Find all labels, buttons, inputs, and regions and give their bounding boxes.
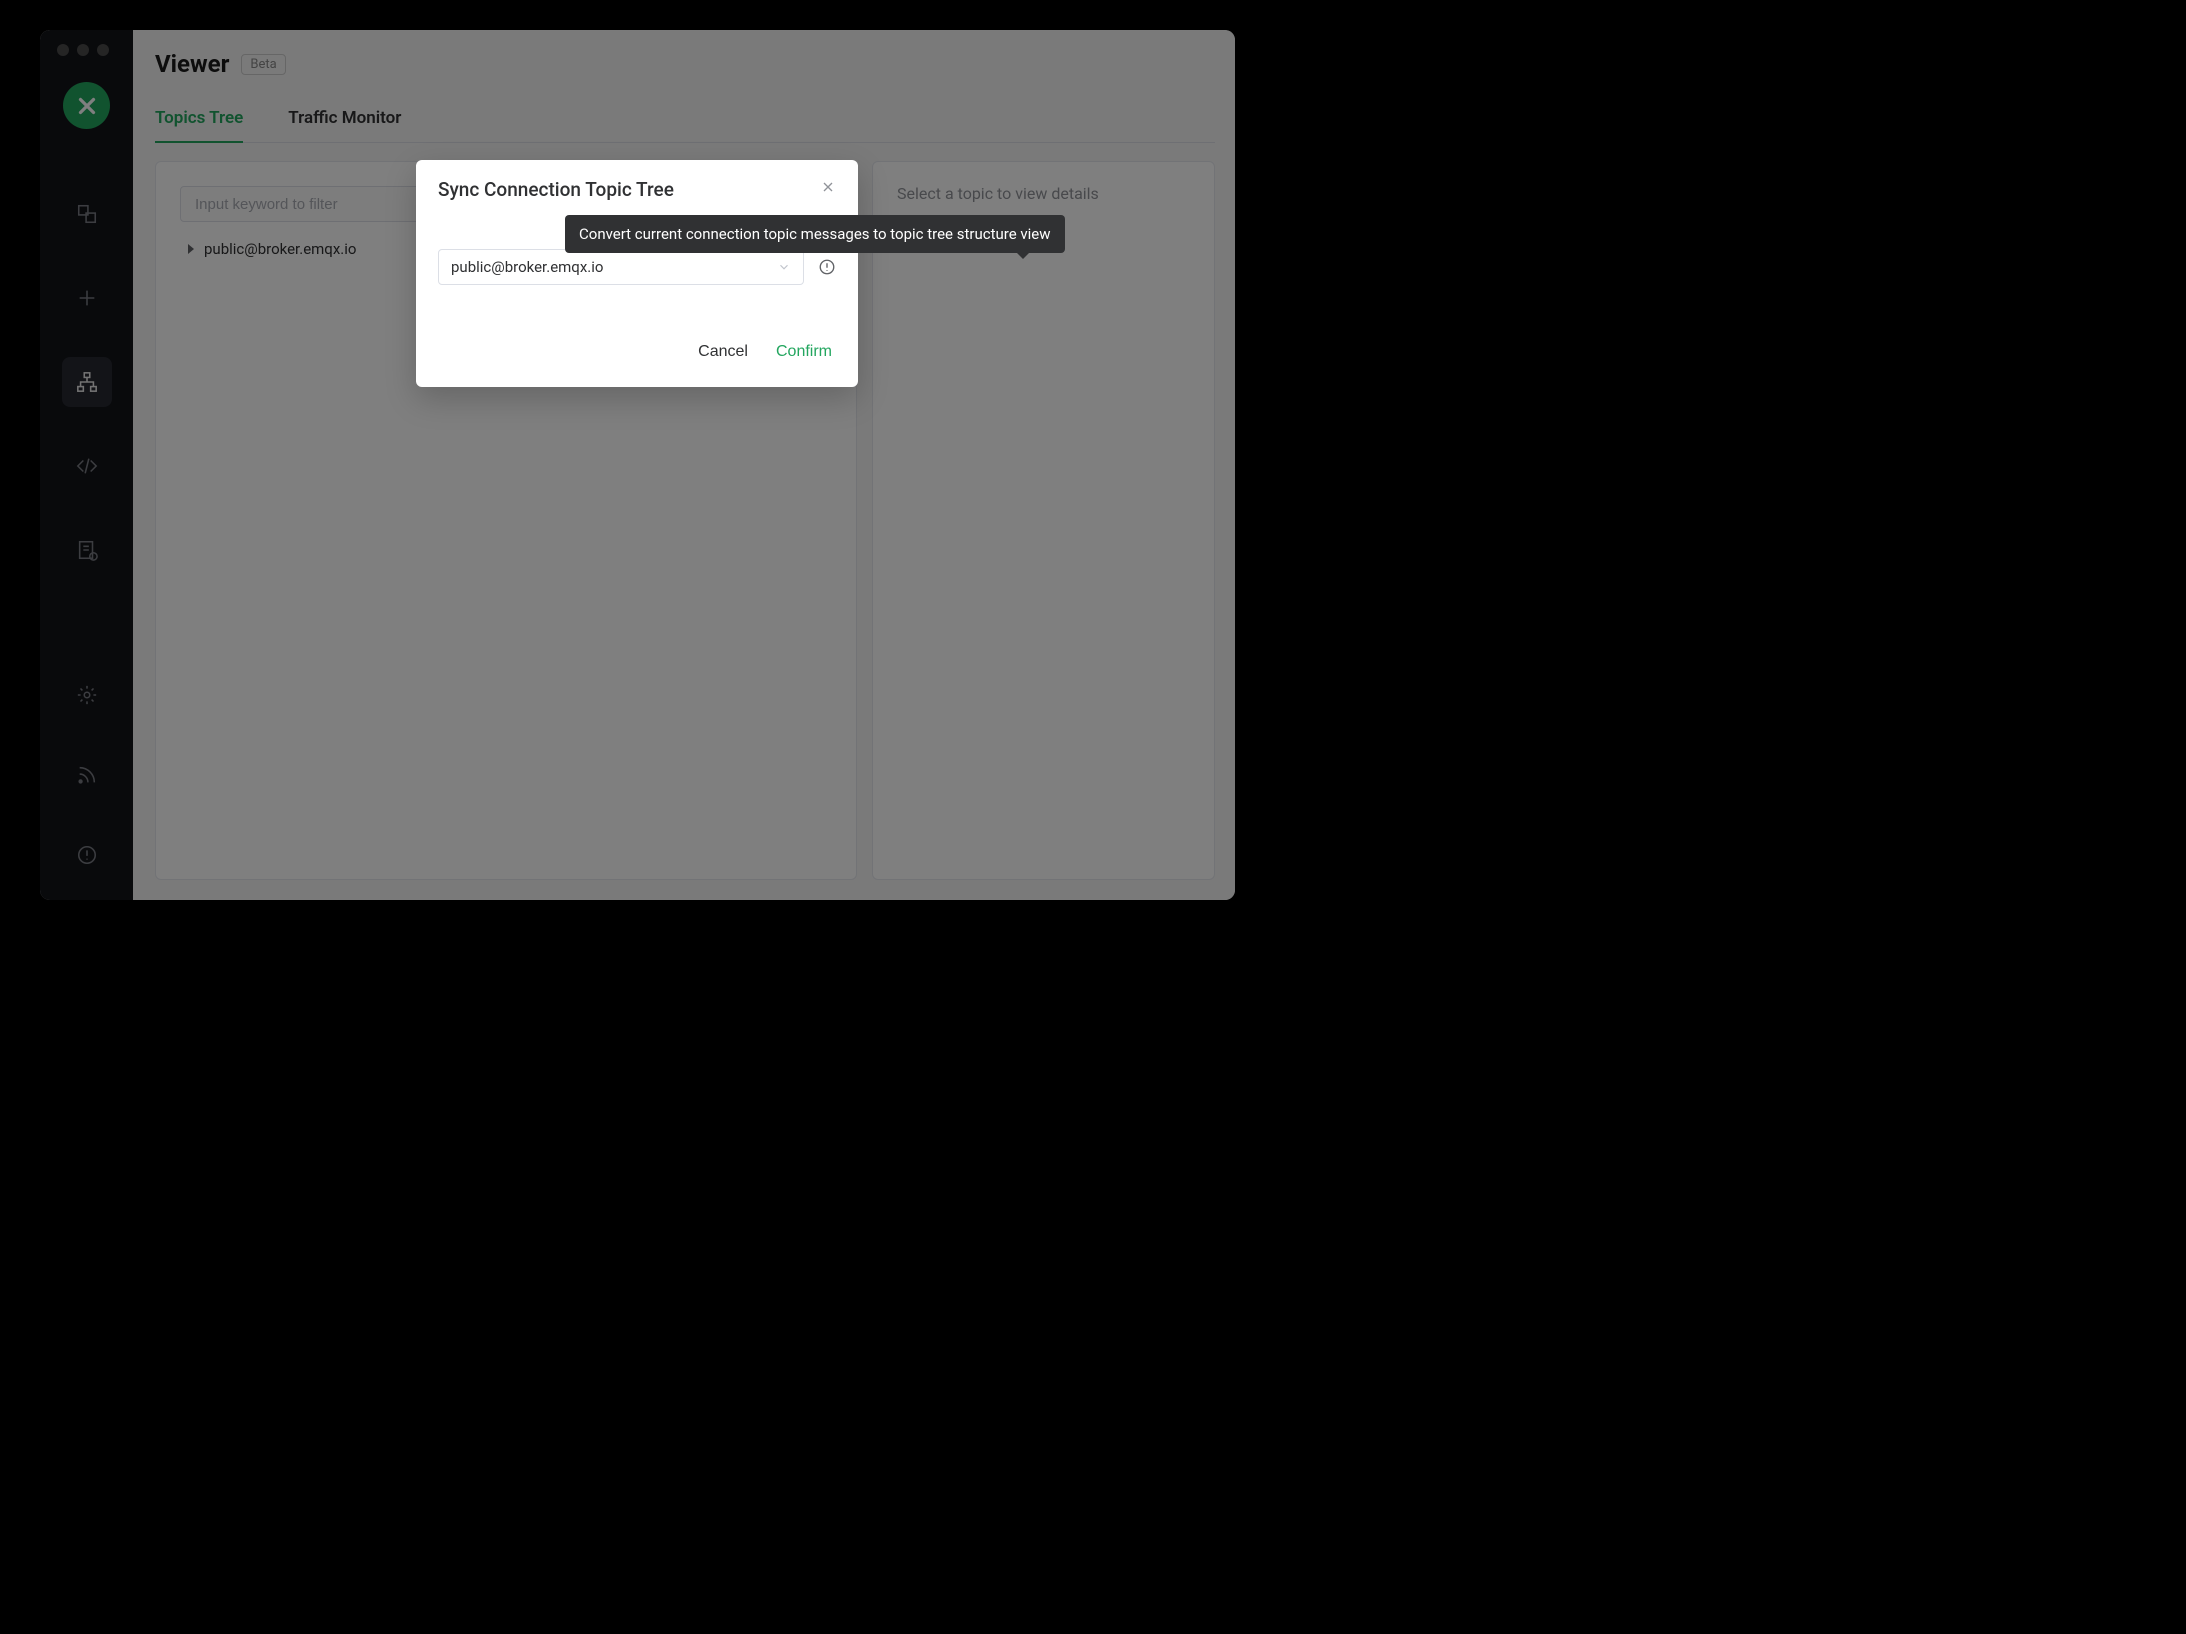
select-value: public@broker.emqx.io [451, 258, 603, 276]
info-circle-icon [818, 258, 836, 276]
modal-overlay[interactable] [0, 0, 1274, 954]
dialog-title: Sync Connection Topic Tree [438, 178, 674, 201]
tooltip: Convert current connection topic message… [565, 215, 1065, 253]
tooltip-text: Convert current connection topic message… [579, 225, 1051, 243]
connection-select[interactable]: public@broker.emqx.io [438, 249, 804, 285]
info-button[interactable] [818, 258, 836, 276]
tooltip-arrow [1016, 252, 1030, 259]
dialog-close-button[interactable] [820, 179, 836, 200]
chevron-down-icon [777, 260, 791, 274]
confirm-button[interactable]: Confirm [776, 343, 832, 361]
sync-dialog: Sync Connection Topic Tree public@broker… [416, 160, 858, 387]
close-icon [820, 179, 836, 195]
cancel-button[interactable]: Cancel [698, 343, 748, 361]
